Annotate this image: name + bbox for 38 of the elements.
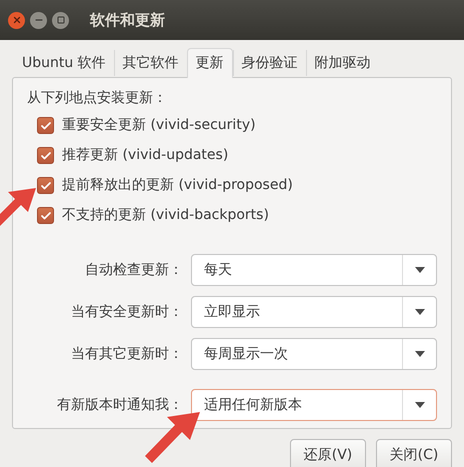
checkbox-label: 不支持的更新 (vivid-backports): [62, 206, 269, 225]
tab[interactable]: 身份验证: [232, 50, 306, 76]
minimize-button[interactable]: [30, 12, 47, 28]
window-title: 软件和更新: [90, 10, 165, 31]
dialog-button[interactable]: 还原(V): [290, 439, 366, 467]
setting-label: 自动检查更新：: [84, 260, 183, 280]
check-icon: [40, 150, 52, 162]
checkbox[interactable]: [37, 147, 54, 164]
dropdown[interactable]: 每天: [191, 254, 437, 286]
checkbox-label: 推荐更新 (vivid-updates): [62, 146, 228, 165]
dialog-button[interactable]: 关闭(C): [376, 439, 452, 467]
check-icon: [40, 180, 52, 192]
tab[interactable]: 附加驱动: [306, 50, 379, 76]
maximize-button[interactable]: [52, 12, 69, 28]
close-button[interactable]: [8, 12, 25, 28]
setting-label: 当有安全更新时：: [70, 302, 183, 322]
checkbox[interactable]: [37, 207, 54, 224]
caret-icon: [414, 351, 424, 357]
setting-label: 有新版本时通知我：: [56, 396, 183, 414]
checkbox[interactable]: [37, 117, 54, 134]
caret-icon: [414, 309, 424, 315]
pointer-arrow: [142, 410, 202, 465]
tab[interactable]: Ubuntu 软件: [14, 50, 114, 76]
checkbox-label: 重要安全更新 (vivid-security): [62, 116, 256, 135]
tab[interactable]: 更新: [186, 48, 233, 78]
check-icon: [40, 210, 52, 222]
section-heading: 从下列地点安装更新：: [27, 89, 168, 108]
checkbox[interactable]: [37, 177, 54, 194]
dropdown[interactable]: 适用任何新版本: [191, 389, 437, 421]
maximize-icon: [56, 16, 64, 24]
close-icon: [12, 15, 22, 25]
dropdown[interactable]: 立即显示: [191, 296, 437, 328]
checkbox-label: 提前释放出的更新 (vivid-proposed): [62, 176, 293, 195]
caret-icon: [414, 267, 424, 273]
setting-label: 当有其它更新时：: [70, 344, 183, 364]
check-icon: [40, 120, 52, 132]
dropdown[interactable]: 每周显示一次: [191, 338, 437, 370]
caret-icon: [414, 402, 424, 408]
